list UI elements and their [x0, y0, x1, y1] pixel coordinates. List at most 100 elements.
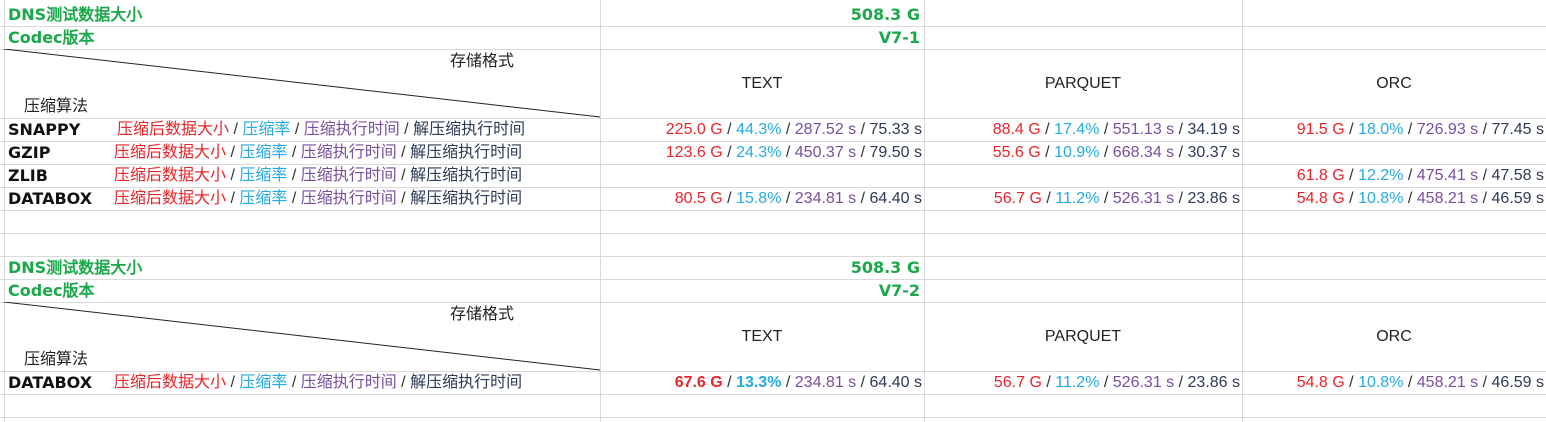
block1-databox-parquet-compress-time-value: 526.31 s: [1112, 190, 1175, 207]
block1-snappy-legend-size: 压缩后数据大小: [117, 121, 230, 138]
block1-databox-parquet-size-value: 56.7 G: [993, 190, 1042, 207]
block1-cell-gzip-text[interactable]: 123.6 G / 24.3% / 450.37 s / 79.50 s: [600, 142, 922, 164]
block1-snappy-orc-sep: /: [1344, 121, 1359, 138]
block2-algo-databox[interactable]: DATABOX: [8, 372, 92, 394]
block2-databox-text-sep: /: [781, 374, 795, 391]
block1-cell-zlib-orc[interactable]: 61.8 G / 12.2% / 475.41 s / 47.58 s: [1242, 165, 1544, 187]
block1-gzip-legend-ctime: 压缩执行时间: [300, 144, 397, 161]
block1-snappy-text-compress-time-value: 287.52 s: [794, 121, 857, 138]
block1-zlib-orc-sep: /: [1403, 167, 1417, 184]
block1-title-label[interactable]: DNS测试数据大小: [8, 4, 142, 26]
block1-legend-databox[interactable]: 压缩后数据大小 / 压缩率 / 压缩执行时间 / 解压缩执行时间: [114, 188, 522, 210]
block2-format-orc[interactable]: ORC: [1242, 326, 1546, 348]
block1-snappy-parquet-sep: /: [1174, 121, 1188, 138]
block1-gzip-parquet-sep: /: [1099, 144, 1113, 161]
block1-snappy-orc-ratio-value: 18.0%: [1358, 121, 1404, 138]
block1-legend-gzip[interactable]: 压缩后数据大小 / 压缩率 / 压缩执行时间 / 解压缩执行时间: [114, 142, 522, 164]
block1-cell-snappy-text[interactable]: 225.0 G / 44.3% / 287.52 s / 75.33 s: [600, 119, 922, 141]
block1-gzip-parquet-compress-time-value: 668.34 s: [1112, 144, 1175, 161]
block1-legend-snappy[interactable]: 压缩后数据大小 / 压缩率 / 压缩执行时间 / 解压缩执行时间: [117, 119, 525, 141]
block2-databox-parquet-ratio-value: 11.2%: [1055, 374, 1100, 391]
block2-databox-text-sep: /: [856, 374, 870, 391]
block1-gzip-legend-size: 压缩后数据大小: [114, 144, 227, 161]
block2-databox-legend-sep: /: [226, 374, 240, 391]
block1-cell-snappy-orc[interactable]: 91.5 G / 18.0% / 726.93 s / 77.45 s: [1242, 119, 1544, 141]
block2-format-parquet[interactable]: PARQUET: [924, 326, 1242, 348]
block1-title-value[interactable]: 508.3 G: [600, 4, 920, 26]
block2-codec-value[interactable]: V7-2: [600, 280, 920, 302]
block1-zlib-legend-ratio: 压缩率: [239, 167, 288, 184]
block2-databox-text-size-value: 67.6 G: [674, 374, 723, 391]
block1-format-text[interactable]: TEXT: [600, 73, 924, 95]
block1-snappy-orc-sep: /: [1403, 121, 1417, 138]
block2-databox-text-ratio-value: 13.3%: [736, 374, 782, 391]
block2-databox-legend-ratio: 压缩率: [239, 374, 288, 391]
block1-algo-gzip[interactable]: GZIP: [8, 142, 50, 164]
block2-cell-databox-parquet[interactable]: 56.7 G / 11.2% / 526.31 s / 23.86 s: [924, 372, 1240, 394]
block1-snappy-text-size-value: 225.0 G: [665, 121, 723, 138]
block1-databox-parquet-decompress-time-value: 23.86 s: [1187, 190, 1240, 207]
block1-snappy-legend-ctime: 压缩执行时间: [303, 121, 400, 138]
block2-databox-orc-decompress-time-value: 46.59 s: [1491, 374, 1544, 391]
block2-format-text[interactable]: TEXT: [600, 326, 924, 348]
block1-header-storage[interactable]: 存储格式: [450, 51, 514, 73]
block2-databox-parquet-sep: /: [1174, 374, 1188, 391]
block1-gzip-text-compress-time-value: 450.37 s: [794, 144, 857, 161]
block1-snappy-parquet-size-value: 88.4 G: [992, 121, 1041, 138]
block1-gzip-legend-sep: /: [396, 144, 411, 161]
block1-cell-databox-text[interactable]: 80.5 G / 15.8% / 234.81 s / 64.40 s: [600, 188, 922, 210]
block1-databox-orc-ratio-value: 10.8%: [1358, 190, 1404, 207]
block1-snappy-parquet-ratio-value: 17.4%: [1054, 121, 1100, 138]
block2-legend-databox[interactable]: 压缩后数据大小 / 压缩率 / 压缩执行时间 / 解压缩执行时间: [114, 372, 522, 394]
block1-cell-snappy-parquet[interactable]: 88.4 G / 17.4% / 551.13 s / 34.19 s: [924, 119, 1240, 141]
block1-databox-legend-dtime: 解压缩执行时间: [410, 190, 523, 207]
block1-snappy-parquet-sep: /: [1099, 121, 1113, 138]
block2-databox-parquet-sep: /: [1099, 374, 1113, 391]
block2-title-label[interactable]: DNS测试数据大小: [8, 257, 142, 279]
block1-zlib-legend-ctime: 压缩执行时间: [300, 167, 397, 184]
block1-format-parquet[interactable]: PARQUET: [924, 73, 1242, 95]
block1-gzip-parquet-sep: /: [1174, 144, 1188, 161]
block1-legend-zlib[interactable]: 压缩后数据大小 / 压缩率 / 压缩执行时间 / 解压缩执行时间: [114, 165, 522, 187]
block1-gzip-text-ratio-value: 24.3%: [736, 144, 782, 161]
block2-databox-legend-sep: /: [396, 374, 411, 391]
block1-header-algo[interactable]: 压缩算法: [24, 96, 88, 118]
block1-algo-zlib[interactable]: ZLIB: [8, 165, 48, 187]
block2-codec-label[interactable]: Codec版本: [8, 280, 95, 302]
block1-codec-label[interactable]: Codec版本: [8, 27, 95, 49]
block2-header-storage[interactable]: 存储格式: [450, 304, 514, 326]
block2-databox-orc-sep: /: [1403, 374, 1417, 391]
block2-title-value[interactable]: 508.3 G: [600, 257, 920, 279]
block1-snappy-parquet-decompress-time-value: 34.19 s: [1187, 121, 1240, 138]
block1-zlib-legend-sep: /: [226, 167, 240, 184]
block1-snappy-legend-sep: /: [399, 121, 414, 138]
block1-databox-text-decompress-time-value: 64.40 s: [869, 190, 922, 207]
block1-snappy-text-sep: /: [722, 121, 737, 138]
block1-databox-text-sep: /: [722, 190, 737, 207]
block1-snappy-legend-sep: /: [290, 121, 304, 138]
block1-databox-legend-ratio: 压缩率: [239, 190, 288, 207]
block1-databox-text-ratio-value: 15.8%: [736, 190, 782, 207]
block2-databox-parquet-compress-time-value: 526.31 s: [1112, 374, 1175, 391]
block1-databox-text-compress-time-value: 234.81 s: [794, 190, 857, 207]
block1-cell-databox-orc[interactable]: 54.8 G / 10.8% / 458.21 s / 46.59 s: [1242, 188, 1544, 210]
block2-cell-databox-orc[interactable]: 54.8 G / 10.8% / 458.21 s / 46.59 s: [1242, 372, 1544, 394]
block2-databox-parquet-size-value: 56.7 G: [993, 374, 1042, 391]
block2-databox-legend-dtime: 解压缩执行时间: [410, 374, 523, 391]
block1-zlib-orc-sep: /: [1478, 167, 1492, 184]
block1-gzip-parquet-ratio-value: 10.9%: [1054, 144, 1100, 161]
block1-cell-databox-parquet[interactable]: 56.7 G / 11.2% / 526.31 s / 23.86 s: [924, 188, 1240, 210]
block1-codec-value[interactable]: V7-1: [600, 27, 920, 49]
block1-algo-snappy[interactable]: SNAPPY: [8, 119, 80, 141]
block1-cell-gzip-parquet[interactable]: 55.6 G / 10.9% / 668.34 s / 30.37 s: [924, 142, 1240, 164]
block2-header-algo[interactable]: 压缩算法: [24, 349, 88, 371]
block1-databox-orc-sep: /: [1344, 190, 1359, 207]
block1-format-orc[interactable]: ORC: [1242, 73, 1546, 95]
block1-databox-parquet-sep: /: [1041, 190, 1056, 207]
block2-databox-text-sep: /: [722, 374, 737, 391]
block1-snappy-text-decompress-time-value: 75.33 s: [869, 121, 922, 138]
block1-databox-text-sep: /: [781, 190, 795, 207]
block1-algo-databox[interactable]: DATABOX: [8, 188, 92, 210]
block2-cell-databox-text[interactable]: 67.6 G / 13.3% / 234.81 s / 64.40 s: [600, 372, 922, 394]
block1-gzip-parquet-sep: /: [1040, 144, 1055, 161]
